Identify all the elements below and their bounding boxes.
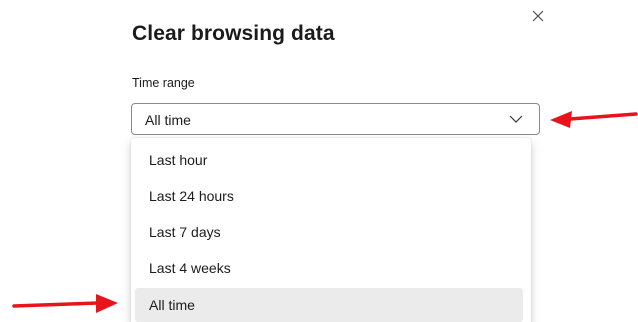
- option-last-4-weeks[interactable]: Last 4 weeks: [135, 251, 523, 285]
- red-arrow-annotation-icon: [550, 111, 638, 128]
- option-last-7-days[interactable]: Last 7 days: [135, 215, 523, 249]
- red-arrow-annotation-icon: [12, 294, 118, 313]
- clear-browsing-data-dialog: Clear browsing data Time range All time …: [0, 0, 638, 322]
- option-all-time[interactable]: All time: [135, 288, 523, 322]
- time-range-select[interactable]: All time: [131, 103, 540, 135]
- close-button[interactable]: [527, 5, 549, 27]
- dialog-title: Clear browsing data: [132, 22, 335, 45]
- close-icon: [532, 10, 544, 22]
- option-last-24-hours[interactable]: Last 24 hours: [135, 179, 523, 213]
- option-last-hour[interactable]: Last hour: [135, 143, 523, 177]
- time-range-label: Time range: [132, 76, 195, 90]
- time-range-selected-value: All time: [145, 112, 191, 128]
- time-range-options-list: Last hour Last 24 hours Last 7 days Last…: [131, 138, 531, 322]
- chevron-down-icon: [509, 115, 523, 123]
